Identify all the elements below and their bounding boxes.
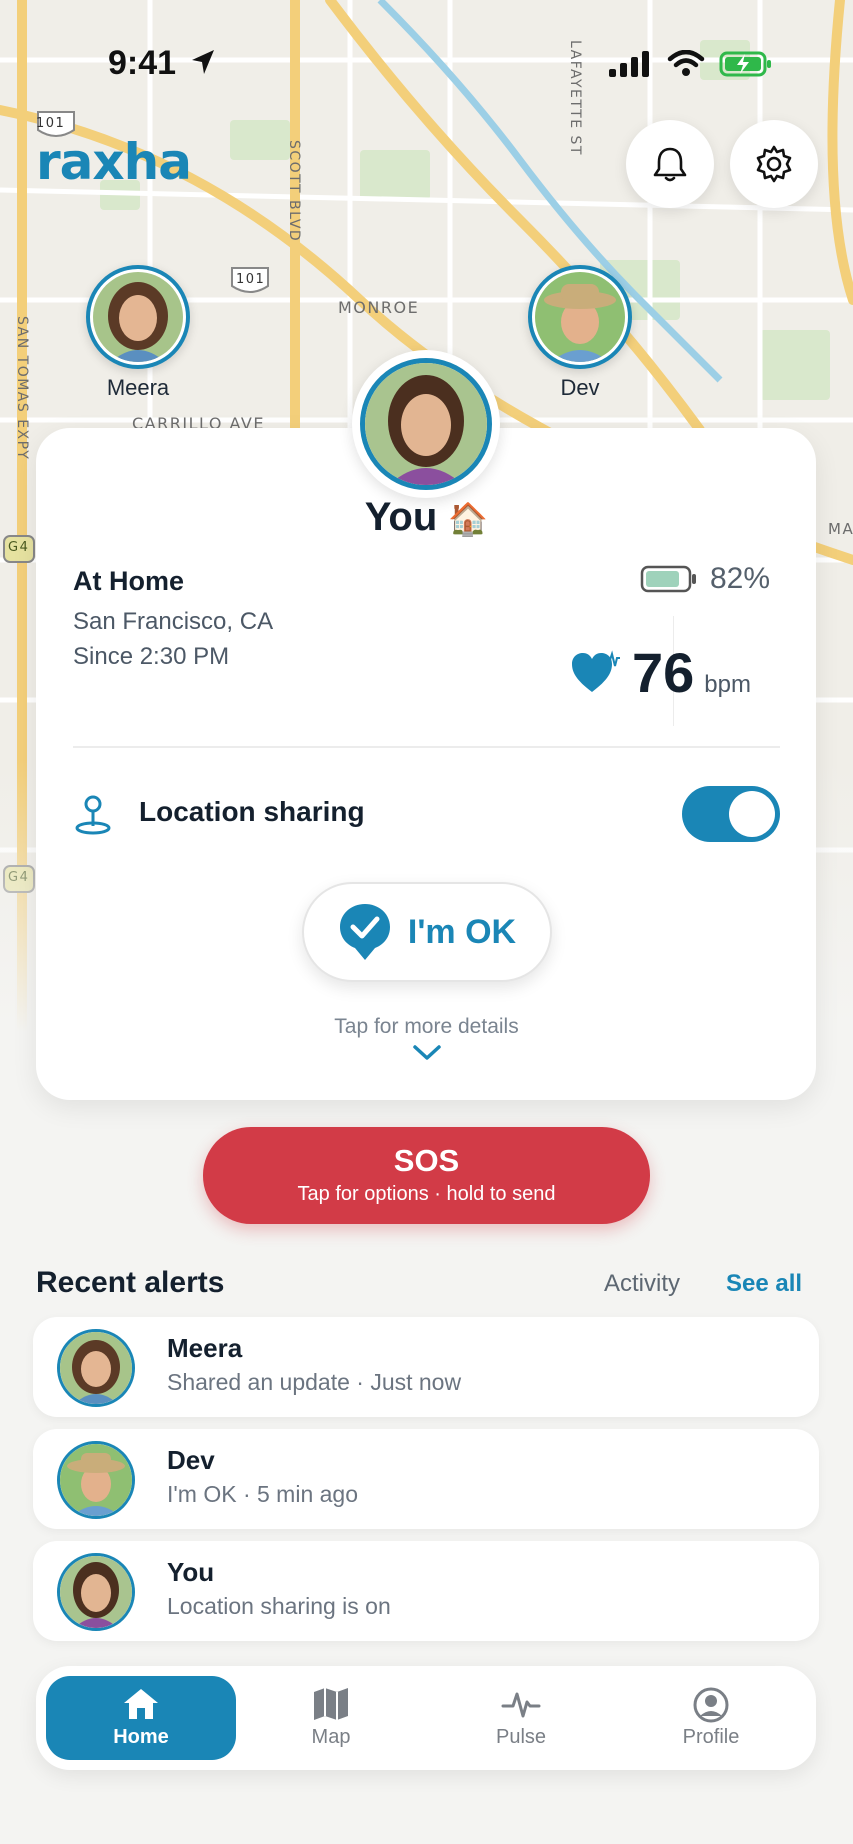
home-icon bbox=[124, 1689, 158, 1719]
recent-alerts-title: Recent alerts bbox=[36, 1266, 225, 1299]
tab-map[interactable]: Map bbox=[236, 1676, 426, 1760]
dev-avatar-image bbox=[535, 272, 625, 362]
tab-label: Map bbox=[311, 1726, 351, 1748]
tab-pulse[interactable]: Pulse bbox=[426, 1676, 616, 1760]
tab-label: Profile bbox=[682, 1726, 740, 1748]
card-title-text: You bbox=[364, 495, 438, 539]
alert-item[interactable]: Meera Shared an update · Just now bbox=[33, 1317, 819, 1417]
battery-charging-icon bbox=[719, 51, 771, 77]
app-logo: raxha bbox=[36, 133, 192, 191]
pulse-icon bbox=[501, 1692, 541, 1718]
since-text: Since 2:30 PM bbox=[73, 643, 230, 670]
you-avatar-image bbox=[60, 1556, 132, 1628]
location-sharing-toggle[interactable] bbox=[682, 786, 780, 842]
pin-name: Meera bbox=[106, 375, 170, 400]
tab-label: Pulse bbox=[495, 1726, 547, 1748]
avatar bbox=[57, 1329, 135, 1407]
tab-bar: Home Map Pulse Profile bbox=[36, 1666, 816, 1770]
location-sharing-label: Location sharing bbox=[139, 796, 365, 827]
signal-icon bbox=[609, 51, 649, 77]
heart-rate-unit: bpm bbox=[704, 671, 751, 698]
status-time: 9:41 bbox=[108, 44, 177, 82]
map-pin-dev[interactable]: Dev bbox=[528, 265, 632, 401]
meera-avatar-image bbox=[60, 1332, 132, 1404]
tab-profile[interactable]: Profile bbox=[616, 1676, 806, 1760]
battery-percent: 82% bbox=[710, 562, 771, 595]
you-avatar[interactable] bbox=[352, 350, 500, 498]
tab-label: Home bbox=[113, 1726, 169, 1748]
wifi-icon bbox=[667, 50, 705, 76]
pin-name: Dev bbox=[560, 375, 600, 400]
alert-message: I'm OK · 5 min ago bbox=[167, 1481, 359, 1507]
alert-item[interactable]: Dev I'm OK · 5 min ago bbox=[33, 1429, 819, 1529]
heart-rate[interactable]: 76 bpm bbox=[570, 640, 751, 705]
status-bar: 9:41 bbox=[0, 0, 853, 125]
street-label: MONROE bbox=[338, 298, 420, 317]
im-ok-button[interactable]: I'm OK bbox=[302, 882, 552, 982]
status-title: At Home bbox=[73, 566, 185, 596]
battery-icon bbox=[640, 565, 696, 593]
avatar bbox=[57, 1553, 135, 1631]
heart-icon bbox=[572, 649, 620, 692]
status-icons bbox=[609, 50, 773, 78]
location-pin-icon bbox=[75, 795, 111, 835]
map-icon bbox=[314, 1688, 348, 1720]
street-label: SAN TOMAS EXPY bbox=[14, 316, 30, 461]
location-arrow-icon bbox=[192, 50, 214, 74]
map-pin-meera[interactable]: Meera bbox=[86, 265, 190, 401]
meera-avatar-image bbox=[93, 272, 183, 362]
avatar bbox=[57, 1441, 135, 1519]
you-avatar-image bbox=[365, 363, 487, 485]
chevron-down-icon[interactable] bbox=[412, 1044, 442, 1062]
dev-avatar-image bbox=[60, 1444, 132, 1516]
profile-icon bbox=[693, 1687, 729, 1723]
toggle-knob bbox=[729, 791, 775, 837]
alert-message: Shared an update · Just now bbox=[167, 1369, 462, 1395]
avatar bbox=[528, 265, 632, 369]
sos-title: SOS bbox=[393, 1143, 460, 1178]
alert-name: You bbox=[167, 1557, 215, 1587]
check-pin-icon bbox=[339, 904, 390, 960]
details-hint[interactable]: Tap for more details bbox=[0, 1015, 853, 1039]
alert-name: Dev bbox=[167, 1445, 215, 1475]
location-text: San Francisco, CA bbox=[73, 608, 274, 635]
battery-status: 82% bbox=[640, 562, 770, 596]
alert-message: Location sharing is on bbox=[167, 1593, 391, 1619]
location-sharing-row: Location sharing bbox=[73, 786, 780, 842]
sos-subtitle: Tap for options · hold to send bbox=[297, 1183, 556, 1205]
highway-shield-label: 101 bbox=[236, 272, 266, 287]
notifications-button[interactable] bbox=[626, 120, 714, 208]
home-emoji-icon: 🏠 bbox=[448, 501, 489, 537]
card-divider bbox=[73, 746, 780, 748]
avatar bbox=[86, 265, 190, 369]
alert-name: Meera bbox=[167, 1333, 243, 1363]
gear-icon bbox=[756, 145, 792, 183]
bell-icon bbox=[653, 147, 687, 182]
see-all-link[interactable]: See all bbox=[726, 1270, 802, 1298]
activity-link[interactable]: Activity bbox=[604, 1270, 680, 1298]
alert-item[interactable]: You Location sharing is on bbox=[33, 1541, 819, 1641]
im-ok-label: I'm OK bbox=[407, 912, 517, 951]
heart-rate-value: 76 bbox=[632, 641, 695, 704]
settings-button[interactable] bbox=[730, 120, 818, 208]
highway-shield-label: G4 bbox=[8, 540, 30, 555]
sos-button[interactable]: SOS Tap for options · hold to send bbox=[203, 1127, 650, 1224]
card-title: You 🏠 bbox=[0, 495, 853, 540]
tab-home[interactable]: Home bbox=[46, 1676, 236, 1760]
street-label: SCOTT BLVD bbox=[286, 140, 302, 243]
